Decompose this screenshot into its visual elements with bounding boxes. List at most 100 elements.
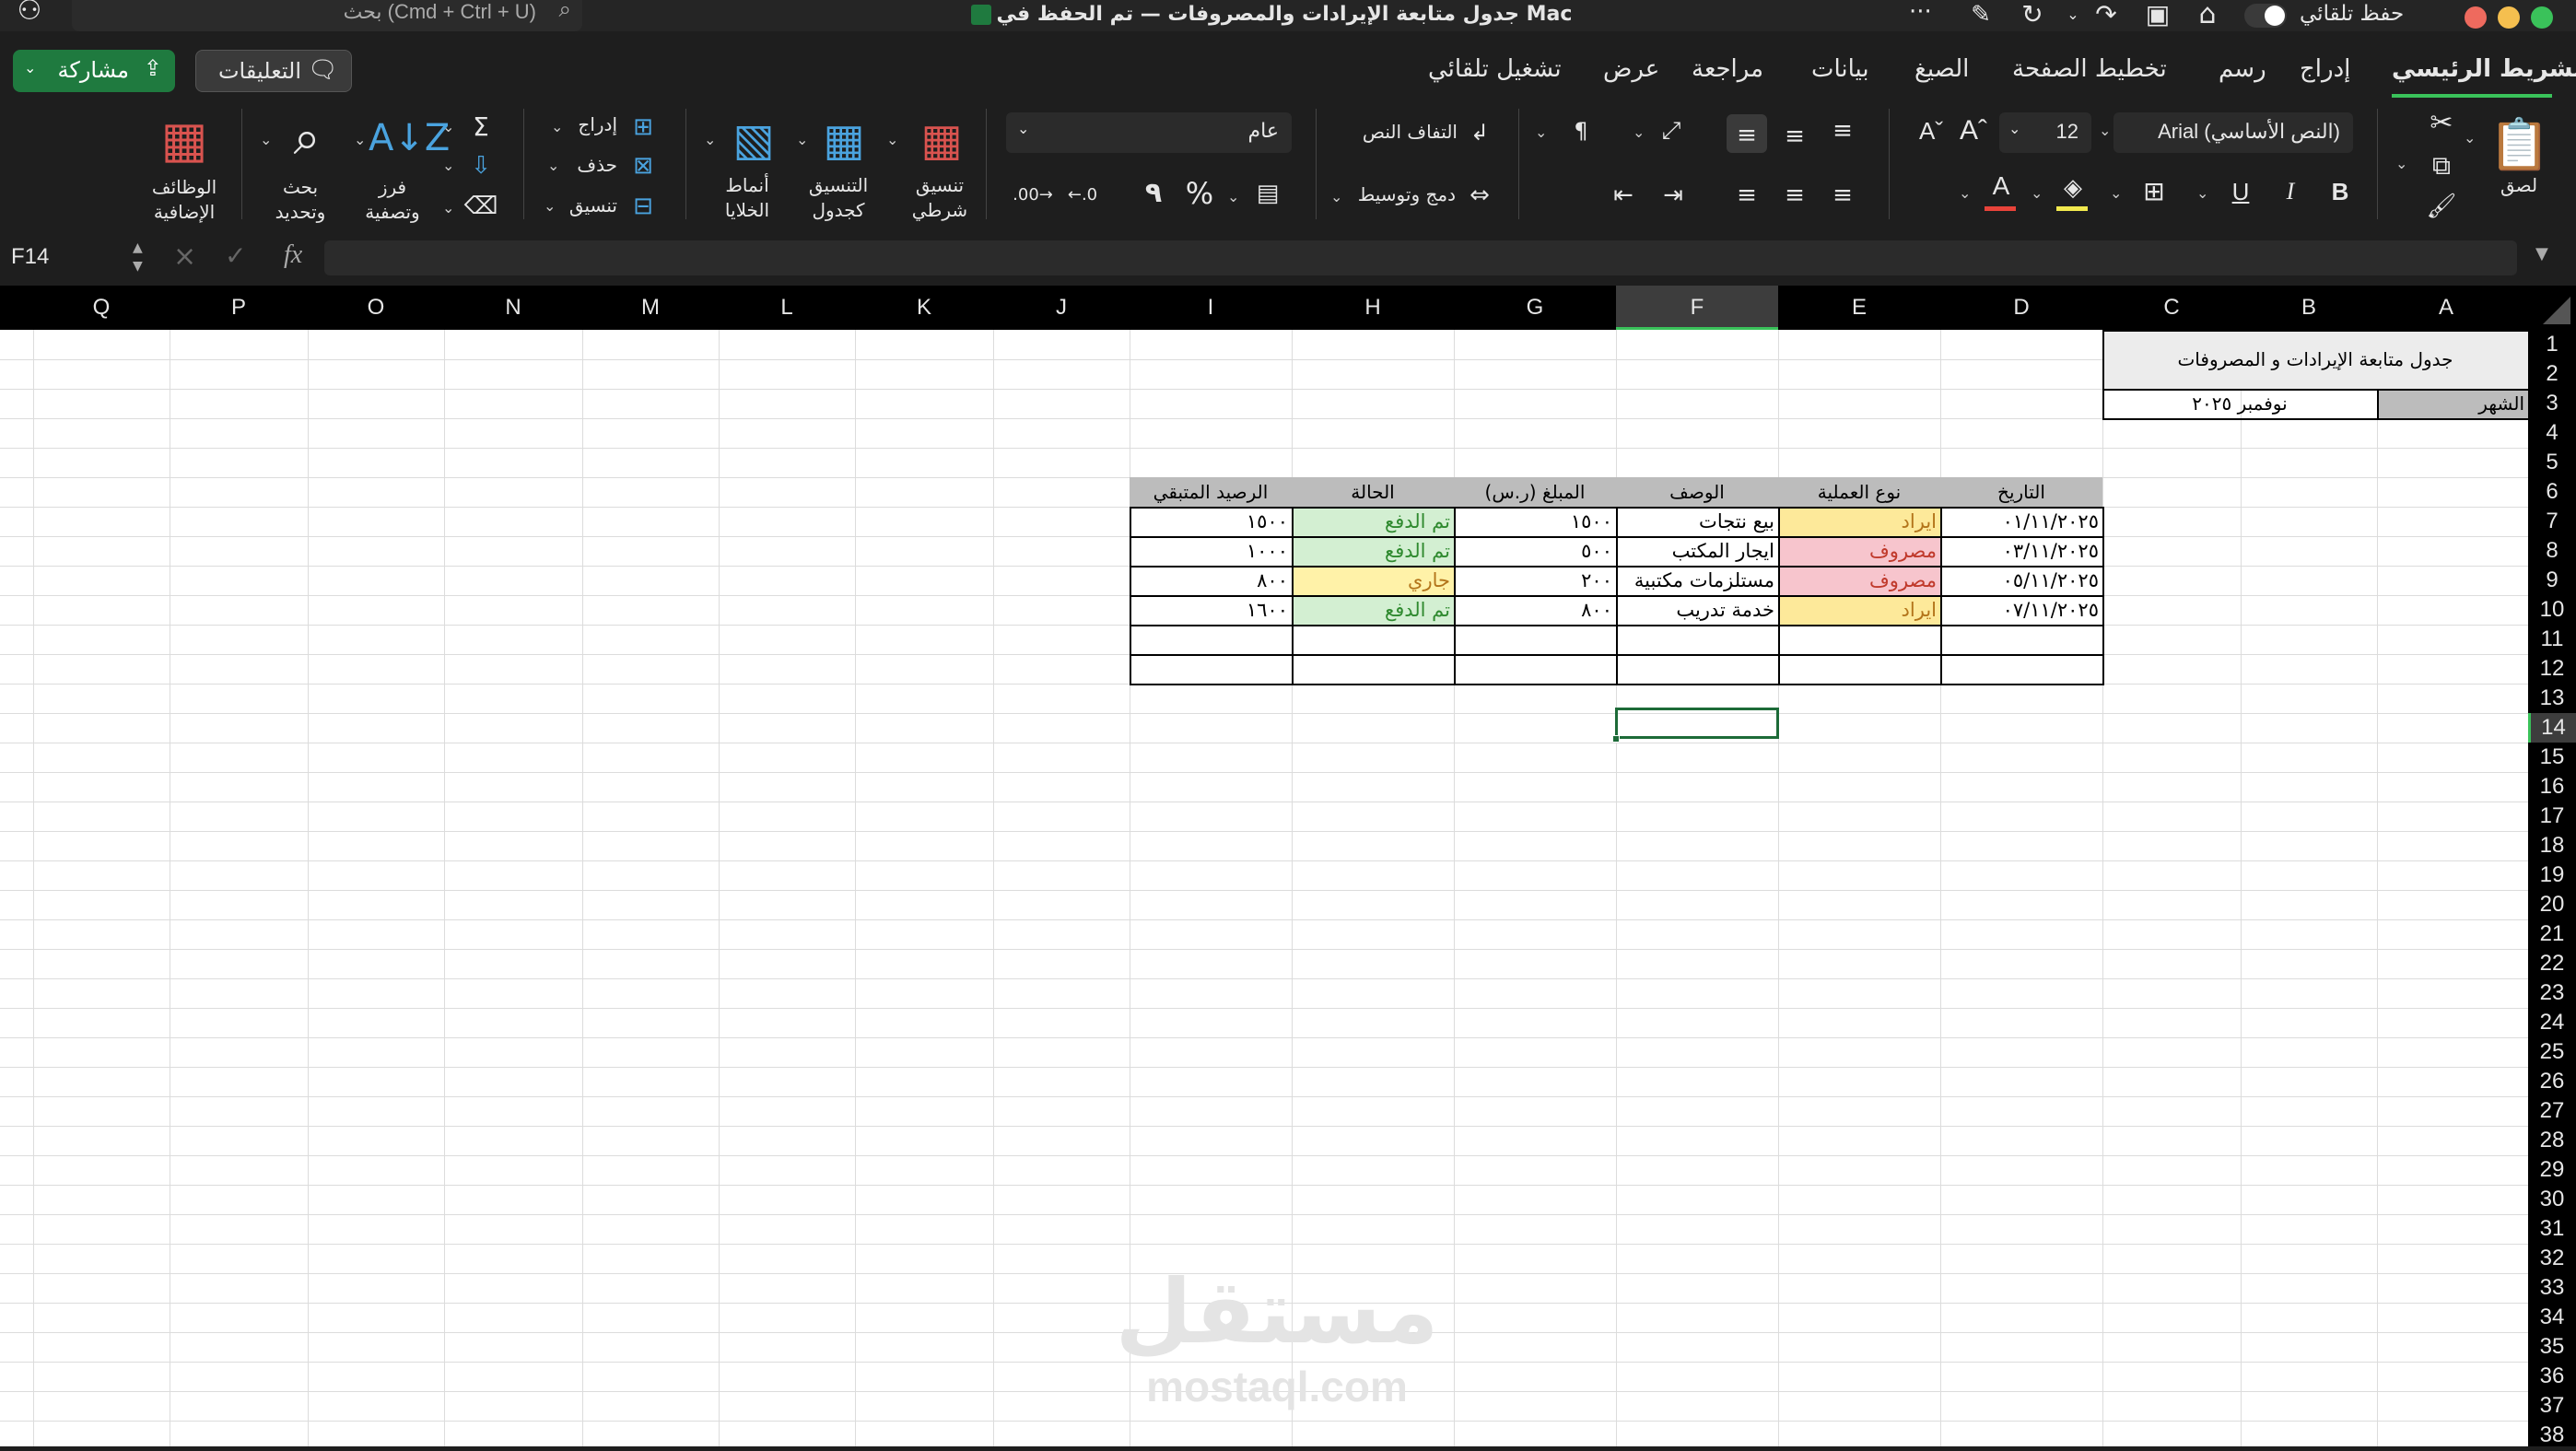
insert-chevron-icon[interactable]: ⌄ <box>551 118 563 135</box>
row-header[interactable]: 19 <box>2528 860 2576 890</box>
fill-color-icon[interactable]: ◈ <box>2055 170 2091 206</box>
align-top-icon[interactable]: ≡ <box>1824 112 1861 149</box>
delete-chevron-icon[interactable]: ⌄ <box>547 157 559 174</box>
header-amount[interactable]: المبلغ (ر.س) <box>1454 477 1616 507</box>
undo-dropdown-icon[interactable]: ⌄ <box>2062 0 2084 33</box>
row-header[interactable]: 9 <box>2528 566 2576 595</box>
conditional-formatting-button[interactable]: تنسيق شرطي <box>894 173 986 223</box>
sort-filter-icon[interactable]: A↓Z <box>369 112 450 164</box>
header-date[interactable]: التاريخ <box>1940 477 2102 507</box>
date-cell[interactable]: ٠٣/١١/٢٠٢٥ <box>1940 536 2102 566</box>
balance-cell[interactable]: ١٥٠٠ <box>1130 507 1292 536</box>
merge-center-icon[interactable]: ⇔ <box>1461 177 1498 214</box>
addins-button[interactable]: الوظائف الإضافية <box>138 175 230 225</box>
row-header[interactable]: 18 <box>2528 831 2576 860</box>
type-cell[interactable]: مصروف <box>1778 566 1940 595</box>
row-header[interactable]: 25 <box>2528 1037 2576 1067</box>
decrease-font-icon[interactable]: Aˇ <box>1913 112 1950 149</box>
merge-center-button[interactable]: دمج وتوسيط <box>1345 182 1456 207</box>
column-header[interactable]: K <box>855 286 993 330</box>
align-right-icon[interactable]: ≡ <box>1824 177 1861 214</box>
sort-filter-button[interactable]: فرز وتصفية <box>356 175 429 225</box>
merge-center-chevron-icon[interactable]: ⌄ <box>1330 188 1342 205</box>
format-as-table-icon[interactable]: ▦ <box>814 114 873 166</box>
row-header[interactable]: 3 <box>2528 389 2576 418</box>
tab-formulas[interactable]: الصيغ <box>1914 55 1969 83</box>
amount-cell[interactable]: ٨٠٠ <box>1454 595 1616 625</box>
column-header-selected[interactable]: F <box>1616 286 1778 330</box>
format-as-table-button[interactable]: التنسيق كجدول <box>792 173 884 223</box>
expand-formula-icon[interactable]: ▼ <box>2535 244 2548 263</box>
save-icon[interactable]: ▣ <box>2139 0 2176 33</box>
tab-home[interactable]: الشريط الرئيسي <box>2392 55 2576 83</box>
orientation-icon[interactable]: ⤢ <box>1653 112 1690 149</box>
increase-indent-icon[interactable]: ⇤ <box>1605 177 1642 214</box>
status-cell[interactable]: تم الدفع <box>1292 536 1454 566</box>
balance-cell[interactable]: ١٦٠٠ <box>1130 595 1292 625</box>
row-header[interactable]: 21 <box>2528 919 2576 949</box>
undo-icon[interactable]: ↻ <box>2014 0 2051 33</box>
row-header[interactable]: 2 <box>2528 359 2576 389</box>
increase-decimal-icon[interactable]: ←.0 <box>1060 177 1106 214</box>
font-name-chevron-icon[interactable]: ⌄ <box>2099 122 2111 139</box>
row-header[interactable]: 1 <box>2528 330 2576 359</box>
row-header[interactable]: 31 <box>2528 1214 2576 1244</box>
clear-icon[interactable]: ⌫ <box>463 188 499 225</box>
description-cell[interactable]: خدمة تدريب <box>1616 595 1778 625</box>
date-cell[interactable]: ٠٥/١١/٢٠٢٥ <box>1940 566 2102 595</box>
italic-button[interactable]: I <box>2272 173 2309 210</box>
column-header[interactable]: O <box>308 286 444 330</box>
row-header[interactable]: 6 <box>2528 477 2576 507</box>
row-header[interactable]: 10 <box>2528 595 2576 625</box>
edit-icon[interactable]: ✎ <box>1962 0 1999 33</box>
copy-chevron-icon[interactable]: ⌄ <box>2395 155 2407 172</box>
status-cell[interactable]: تم الدفع <box>1292 507 1454 536</box>
column-header[interactable]: A <box>2377 286 2515 330</box>
row-header[interactable]: 15 <box>2528 743 2576 772</box>
header-type[interactable]: نوع العملية <box>1778 477 1940 507</box>
sheet-grid[interactable]: جدول متابعة الإيرادات و المصروفات الشهر … <box>0 330 2528 1446</box>
row-header[interactable]: 12 <box>2528 654 2576 684</box>
increase-font-icon[interactable]: Aˆ <box>1955 112 1992 149</box>
row-header[interactable]: 13 <box>2528 684 2576 713</box>
formula-input[interactable] <box>324 240 2517 275</box>
fill-color-chevron-icon[interactable]: ⌄ <box>2031 184 2043 202</box>
redo-icon[interactable]: ↷ <box>2088 0 2125 33</box>
type-cell[interactable]: ايراد <box>1778 507 1940 536</box>
autosave-toggle[interactable] <box>2244 4 2287 28</box>
row-header[interactable]: 4 <box>2528 418 2576 448</box>
share-button[interactable]: ⇪ مشاركة ⌄ <box>13 50 175 92</box>
row-header[interactable]: 20 <box>2528 890 2576 919</box>
percent-button[interactable]: % <box>1181 175 1218 212</box>
format-chevron-icon[interactable]: ⌄ <box>544 197 556 215</box>
minimize-window-button[interactable] <box>2498 6 2520 29</box>
underline-button[interactable]: U <box>2222 173 2259 210</box>
paste-label[interactable]: لصق <box>2491 173 2547 198</box>
description-cell[interactable]: ايجار المكتب <box>1616 536 1778 566</box>
borders-chevron-icon[interactable]: ⌄ <box>2110 184 2122 202</box>
description-cell[interactable]: مستلزمات مكتبية <box>1616 566 1778 595</box>
amount-cell[interactable]: ٢٠٠ <box>1454 566 1616 595</box>
fill-handle[interactable] <box>1612 735 1620 743</box>
row-header[interactable]: 14 <box>2528 713 2576 743</box>
row-header[interactable]: 36 <box>2528 1362 2576 1391</box>
name-box[interactable]: F14 <box>11 240 122 274</box>
conditional-formatting-icon[interactable]: ▦ <box>912 114 971 166</box>
name-box-stepper-icon[interactable]: ▲ ▼ <box>133 239 143 275</box>
row-header[interactable]: 16 <box>2528 772 2576 802</box>
addins-icon[interactable]: ▦ <box>155 112 214 168</box>
tab-view[interactable]: عرض <box>1603 55 1659 83</box>
comments-button[interactable]: 🗨 التعليقات <box>195 50 352 92</box>
decrease-decimal-icon[interactable]: .00→ <box>1010 177 1056 214</box>
cell-styles-chevron-icon[interactable]: ⌄ <box>704 131 716 148</box>
row-header[interactable]: 37 <box>2528 1391 2576 1421</box>
sheet-title[interactable]: جدول متابعة الإيرادات و المصروفات <box>2102 345 2528 374</box>
insert-cells-button[interactable]: إدراج <box>556 112 617 137</box>
wrap-text-icon[interactable]: ↲ <box>1461 114 1498 151</box>
tab-automate[interactable]: تشغيل تلقائي <box>1428 55 1562 83</box>
row-header[interactable]: 7 <box>2528 507 2576 536</box>
date-cell[interactable]: ٠٧/١١/٢٠٢٥ <box>1940 595 2102 625</box>
row-header[interactable]: 11 <box>2528 625 2576 654</box>
wrap-text-button[interactable]: التفاف النص <box>1338 120 1458 145</box>
row-header[interactable]: 23 <box>2528 978 2576 1008</box>
